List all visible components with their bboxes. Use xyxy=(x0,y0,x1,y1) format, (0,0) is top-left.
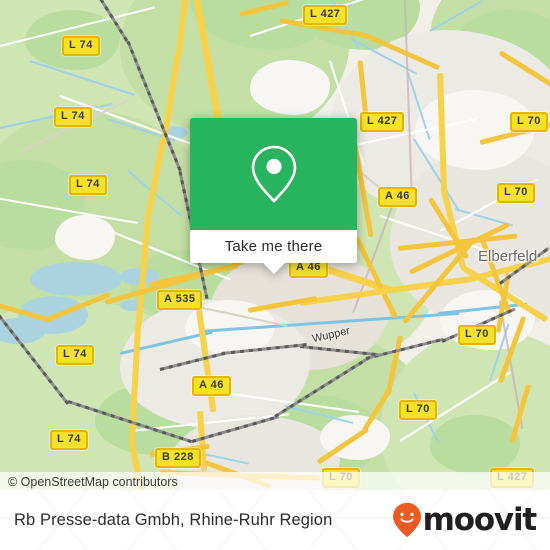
osm-attribution-text[interactable]: © OpenStreetMap contributors xyxy=(0,475,178,489)
popup-tail xyxy=(262,263,285,274)
road-shield: L 70 xyxy=(497,183,535,203)
road-shield: L 70 xyxy=(458,325,496,345)
road-shield: A 535 xyxy=(157,290,203,310)
road-shield: L 70 xyxy=(399,400,437,420)
road-shield: A 46 xyxy=(378,187,417,207)
road-shield: L 70 xyxy=(510,112,548,132)
take-me-there-label: Take me there xyxy=(224,238,323,255)
road-shield: B 228 xyxy=(155,448,201,468)
page-title: Rb Presse-data Gmbh, Rhine-Ruhr Region xyxy=(14,510,333,529)
moovit-map-page: Elberfeld Wupper L 427 L 74 L 74 L 427 L 70 L … xyxy=(0,0,550,550)
road-shield: L 74 xyxy=(69,175,107,195)
map-canvas[interactable]: Elberfeld Wupper L 427 L 74 L 74 L 427 L 70 L … xyxy=(0,0,550,490)
moovit-pin-smiley-icon xyxy=(392,502,421,538)
road-shield: L 74 xyxy=(62,36,100,56)
moovit-wordmark: moovit xyxy=(422,501,538,538)
map-attribution-bar: © OpenStreetMap contributors xyxy=(0,472,550,490)
map-pin-icon xyxy=(251,145,296,203)
popup-footer[interactable]: Take me there xyxy=(190,230,357,274)
bottom-info-bar: Rb Presse-data Gmbh, Rhine-Ruhr Region m… xyxy=(0,490,550,550)
road-shield: L 427 xyxy=(360,112,405,132)
road-shield: L 74 xyxy=(54,107,92,127)
location-popup-card[interactable]: Take me there xyxy=(190,118,357,274)
road-shield: L 427 xyxy=(303,5,348,25)
road-shield: L 74 xyxy=(56,345,94,365)
moovit-logo[interactable]: moovit xyxy=(392,502,550,538)
popup-header xyxy=(190,118,357,230)
road-shield: L 74 xyxy=(50,430,88,450)
road-shield: A 46 xyxy=(192,376,231,396)
